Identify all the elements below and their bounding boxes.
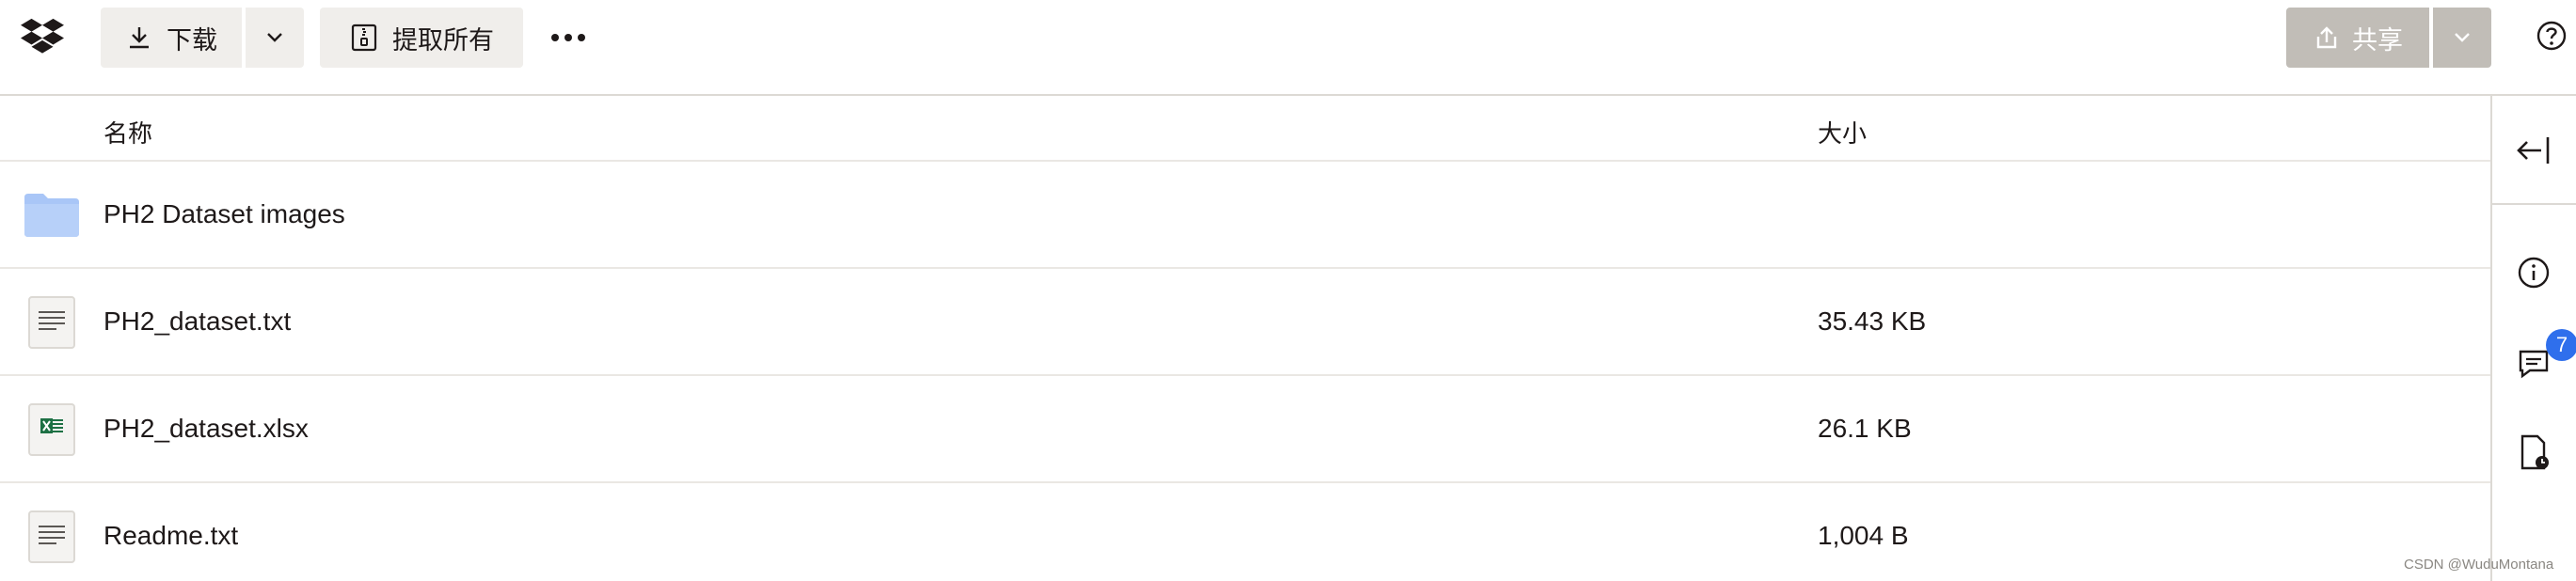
download-options-button[interactable] <box>246 8 304 68</box>
file-size: 35.43 KB <box>1818 306 1927 336</box>
share-label: 共享 <box>2352 25 2403 55</box>
file-size: 1,004 B <box>1818 521 1909 550</box>
more-options-icon[interactable] <box>548 21 589 55</box>
file-name[interactable]: PH2_dataset.txt <box>103 306 291 337</box>
file-size: 26.1 KB <box>1818 414 1912 443</box>
text-file-icon <box>28 296 75 349</box>
download-button[interactable]: 下载 <box>101 8 242 68</box>
help-icon[interactable] <box>2535 19 2568 53</box>
divider <box>2492 203 2576 205</box>
extract-all-button[interactable]: 提取所有 <box>320 8 523 68</box>
file-table: 名称 大小 PH2 Dataset images PH2_dataset.txt… <box>0 98 2490 581</box>
file-activity-icon[interactable] <box>2513 432 2554 474</box>
chevron-down-icon <box>267 33 282 42</box>
table-row[interactable]: PH2 Dataset images <box>0 162 2490 269</box>
watermark: CSDN @WuduMontana <box>2404 557 2554 573</box>
file-name[interactable]: PH2_dataset.xlsx <box>103 414 309 444</box>
folder-icon <box>24 194 79 237</box>
share-icon <box>2316 26 2337 49</box>
column-header-name[interactable]: 名称 <box>103 115 152 149</box>
table-row[interactable]: PH2_dataset.xlsx 26.1 KB <box>0 376 2490 483</box>
download-label: 下载 <box>167 25 217 55</box>
comments-count-badge: 7 <box>2546 329 2576 361</box>
file-name[interactable]: Readme.txt <box>103 521 238 551</box>
column-header-size[interactable]: 大小 <box>1818 115 1867 149</box>
table-header: 名称 大小 <box>0 98 2490 162</box>
chevron-down-icon <box>2455 33 2470 42</box>
table-row[interactable]: PH2_dataset.txt 35.43 KB <box>0 269 2490 376</box>
extract-all-label: 提取所有 <box>392 25 494 55</box>
dropbox-logo-icon[interactable] <box>21 17 64 55</box>
info-icon[interactable] <box>2513 252 2554 293</box>
text-file-icon <box>28 510 75 563</box>
share-options-button[interactable] <box>2433 8 2491 68</box>
table-row[interactable]: Readme.txt 1,004 B <box>0 483 2490 581</box>
zip-file-icon <box>351 24 377 52</box>
collapse-panel-icon[interactable] <box>2513 130 2554 171</box>
download-icon <box>130 27 149 49</box>
excel-file-icon <box>28 403 75 456</box>
share-button[interactable]: 共享 <box>2286 8 2429 68</box>
toolbar: 下载 提取所有 共享 <box>0 0 2576 96</box>
file-name[interactable]: PH2 Dataset images <box>103 199 345 229</box>
